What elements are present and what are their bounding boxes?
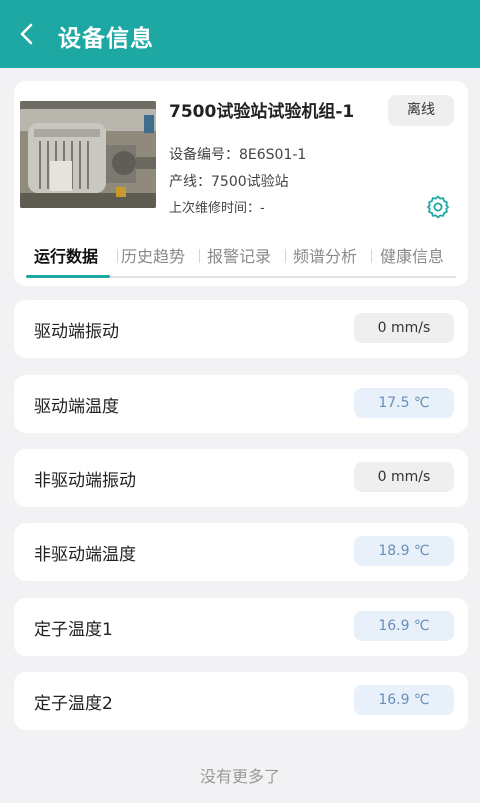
device-name: 7500试验站试验机组-1 xyxy=(169,102,355,122)
tab-divider xyxy=(199,249,200,263)
metric-row[interactable]: 非驱动端振动 0 mm/s xyxy=(14,449,468,507)
metric-label: 非驱动端温度 xyxy=(34,545,136,565)
device-code: 设备编号：8E6S01-1 xyxy=(169,147,307,163)
metric-row[interactable]: 定子温度1 16.9 ℃ xyxy=(14,598,468,656)
no-more-text: 没有更多了 xyxy=(199,767,280,786)
tab-history-trend[interactable]: 历史趋势 xyxy=(121,243,185,267)
metric-value: 16.9 ℃ xyxy=(354,611,454,641)
tab-divider xyxy=(371,249,372,263)
metric-value: 0 mm/s xyxy=(354,462,454,492)
status-badge: 离线 xyxy=(388,95,454,126)
tab-divider xyxy=(285,249,286,263)
metric-value: 17.5 ℃ xyxy=(354,388,454,418)
device-card: 7500试验站试验机组-1 离线 设备编号：8E6S01-1 产线：7500试验… xyxy=(14,81,468,286)
device-photo xyxy=(20,101,156,208)
tab-bar: 运行数据 历史趋势 报警记录 频谱分析 健康信息 xyxy=(14,237,468,279)
tab-running-data[interactable]: 运行数据 xyxy=(34,243,98,267)
metric-row[interactable]: 驱动端温度 17.5 ℃ xyxy=(14,375,468,433)
metric-value: 0 mm/s xyxy=(354,313,454,343)
active-tab-indicator xyxy=(26,275,110,278)
back-button[interactable] xyxy=(12,18,44,50)
metric-label: 驱动端温度 xyxy=(34,397,119,417)
page-title: 设备信息 xyxy=(58,26,154,52)
production-line: 产线：7500试验站 xyxy=(169,174,289,190)
chevron-left-icon xyxy=(20,23,33,45)
tab-spectrum-analysis[interactable]: 频谱分析 xyxy=(293,243,357,267)
gear-icon xyxy=(427,195,449,219)
tab-alarm-records[interactable]: 报警记录 xyxy=(207,243,271,267)
metric-value: 18.9 ℃ xyxy=(354,536,454,566)
metric-label: 定子温度1 xyxy=(34,620,113,640)
metric-label: 非驱动端振动 xyxy=(34,471,136,491)
metric-label: 定子温度2 xyxy=(34,694,113,714)
tab-divider xyxy=(117,249,118,263)
metric-row[interactable]: 定子温度2 16.9 ℃ xyxy=(14,672,468,730)
metric-label: 驱动端振动 xyxy=(34,322,119,342)
metric-row[interactable]: 非驱动端温度 18.9 ℃ xyxy=(14,523,468,581)
last-maintenance: 上次维修时间：- xyxy=(169,201,265,216)
metric-row[interactable]: 驱动端振动 0 mm/s xyxy=(14,300,468,358)
settings-button[interactable] xyxy=(425,194,451,220)
metric-value: 16.9 ℃ xyxy=(354,685,454,715)
app-header: 设备信息 xyxy=(0,0,480,68)
tab-health-info[interactable]: 健康信息 xyxy=(380,243,444,267)
